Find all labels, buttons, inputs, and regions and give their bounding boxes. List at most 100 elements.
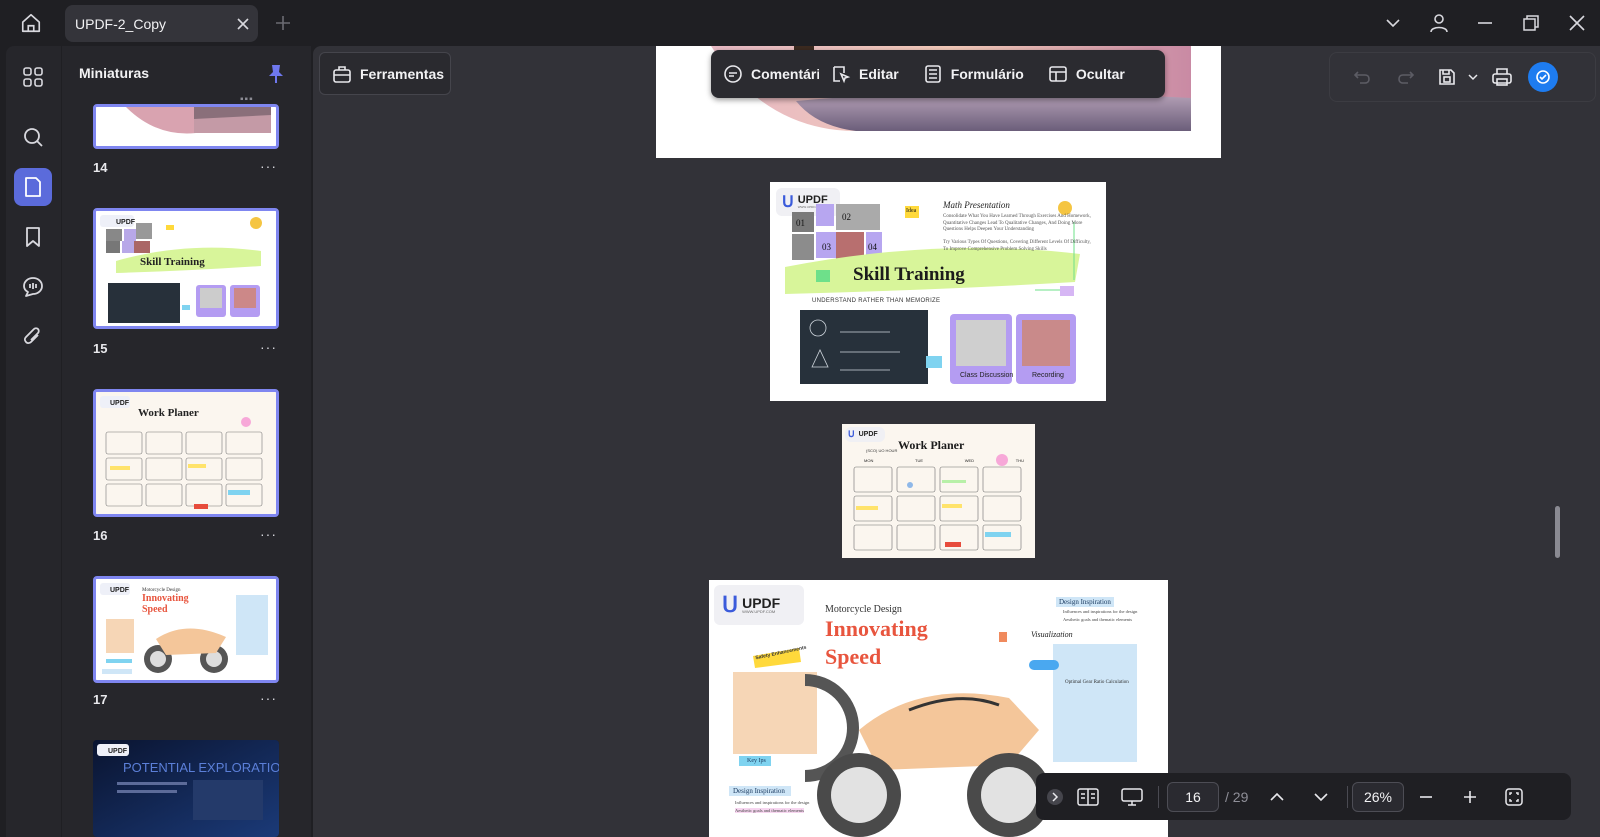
hide-button[interactable]: Ocultar [1036,50,1137,98]
hide-label: Ocultar [1075,66,1125,82]
separator [1347,785,1348,808]
total-pages: / 29 [1225,788,1249,805]
tools-label: Ferramentas [360,65,445,82]
slide-caption: Class Discussion [960,372,1014,379]
search-icon[interactable] [14,118,52,156]
tools-button[interactable]: Ferramentas [319,52,451,95]
redo-icon[interactable] [1384,57,1428,97]
thumbnail-page-18[interactable]: UPDF POTENTIAL EXPLORATION [93,740,279,837]
next-page-icon[interactable] [1299,777,1343,817]
collapse-bar-icon[interactable] [1044,777,1066,817]
redact-icon [1048,64,1068,84]
comments-icon[interactable] [14,268,52,306]
thumbnail-number: 15 [93,341,108,356]
thumbnail-18-image: UPDF POTENTIAL EXPLORATION [93,740,279,837]
slide-title: Skill Training [853,264,965,285]
slide-title-line-2: Speed [825,644,882,669]
thumbnail-more-button[interactable]: ··· [260,690,277,706]
thumbnail-number: 14 [93,160,108,175]
slide-number-02: 02 [842,212,851,222]
optimal-label: Optimal Gear Ratio Calculation [1065,680,1129,685]
edit-label: Editar [859,66,899,82]
zoom-in-icon[interactable] [1448,777,1492,817]
form-icon [923,64,943,84]
slide-paragraph: Consolidate What You Have Learned Throug… [943,214,1091,232]
svg-text:POTENTIAL EXPLORATION: POTENTIAL EXPLORATION [123,760,279,775]
restore-icon[interactable] [1508,0,1554,46]
account-icon[interactable] [1416,0,1462,46]
pin-icon[interactable] [264,62,288,86]
zoom-out-icon[interactable] [1404,777,1448,817]
slide-number-03: 03 [822,242,831,252]
design-inspiration-tag-2: Design Inspiration [733,787,785,795]
thumbnails-icon[interactable] [14,168,52,206]
slide-bullet: Influences and inspirations for the desi… [735,800,810,805]
svg-text:Innovating: Innovating [142,593,189,604]
new-tab-icon[interactable] [270,10,296,36]
planner-grid [853,454,1022,551]
document-tab[interactable]: UPDF-2_Copy [65,5,258,42]
thumbnail-15-image: UPDF Skill Training [96,211,276,326]
chevron-down-icon[interactable] [1370,0,1416,46]
comment-icon [723,64,743,84]
ai-assistant-icon[interactable] [1528,62,1558,92]
save-options-chevron-icon[interactable] [1466,57,1480,97]
vertical-scrollbar[interactable] [1555,506,1560,558]
attachment-icon[interactable] [14,318,52,356]
separator [1158,785,1159,808]
svg-text:UPDF: UPDF [116,219,136,226]
slide-caption: Recording [1032,372,1064,379]
thumbnail-page-14[interactable] [93,104,279,149]
comment-button[interactable]: Comentário [711,50,819,98]
svg-text:UPDF: UPDF [108,748,128,755]
slide-subtitle: UNDERSTAND RATHER THAN MEMORIZE [812,298,941,304]
thumbnail-more-button[interactable]: ··· [260,526,277,542]
slide-bullet: Aesthetic goals and thematic elements [735,808,804,813]
slide-bullet: Influences and inspirations for the desi… [1063,609,1138,614]
slide-heading: Math Presentation [943,200,1010,210]
bookmark-icon[interactable] [14,218,52,256]
visualization-label: Visualization [1031,630,1073,639]
form-button[interactable]: Formulário [911,50,1036,98]
close-window-icon[interactable] [1554,0,1600,46]
slide-paragraph: Try Various Types Of Questions, Covering… [943,240,1091,252]
previous-page-icon[interactable] [1255,777,1299,817]
svg-text:Speed: Speed [142,604,168,615]
thumbnail-more-button[interactable]: ··· [260,339,277,355]
thumbnail-14-image [96,107,276,146]
fit-page-icon[interactable] [1492,777,1536,817]
thumbnail-17-image: UPDF Motorcycle Design Innovating Speed [96,579,276,680]
thumbnail-page-16[interactable]: UPDF Work Planer [93,389,279,517]
thumbnail-page-15[interactable]: UPDF Skill Training [93,208,279,329]
slide-number-01: 01 [796,218,805,228]
print-icon[interactable] [1480,57,1524,97]
save-icon[interactable] [1428,57,1466,97]
page-15: ᑌ UPDF WWW.UPDF.COM 01 02 03 04 Idea Mat… [770,182,1106,401]
slide-bullet: Aesthetic goals and thematic elements [1063,617,1132,622]
design-inspiration-tag: Design Inspiration [1056,597,1114,607]
slide-number-04: 04 [868,242,877,252]
form-label: Formulário [950,66,1024,82]
slide-small-title: Motorcycle Design [825,604,902,615]
apps-grid-icon[interactable] [14,58,52,96]
title-bar: UPDF-2_Copy [0,0,1600,46]
window-controls [1370,0,1600,46]
current-page-input[interactable]: 16 [1167,781,1219,812]
thumbnail-16-image: UPDF Work Planer [96,392,276,514]
thumbnails-panel: Miniaturas ▪▪▪ 14 ··· UPDF Skill Trainin… [62,46,311,837]
page-layout-icon[interactable] [1066,777,1110,817]
thumbnail-page-17[interactable]: UPDF Motorcycle Design Innovating Speed [93,576,279,683]
panel-title: Miniaturas [79,65,150,81]
zoom-level-input[interactable]: 26% [1352,781,1404,812]
floating-toolbar: Comentário Editar Formulário Ocultar [711,50,1165,98]
home-icon[interactable] [16,8,46,38]
presentation-icon[interactable] [1110,777,1154,817]
minimize-icon[interactable] [1462,0,1508,46]
undo-icon[interactable] [1340,57,1384,97]
tab-title: UPDF-2_Copy [75,15,167,32]
edit-button[interactable]: Editar [819,50,911,98]
close-tab-icon[interactable] [228,9,258,39]
svg-text:Skill Training: Skill Training [140,256,205,268]
thumbnail-more-button[interactable]: ··· [260,158,277,174]
document-viewer: ᑌ UPDF WWW.UPDF.COM 01 02 03 04 Idea Mat… [313,46,1600,837]
